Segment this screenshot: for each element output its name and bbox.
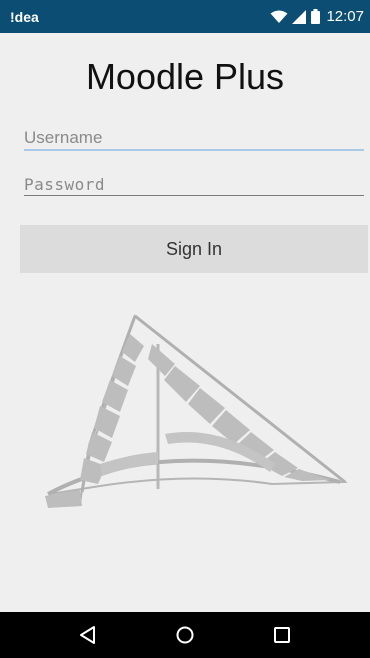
- status-time: 12:07: [326, 8, 364, 25]
- navigation-bar: [0, 612, 370, 658]
- status-bar: !dea 12:07: [0, 0, 370, 33]
- back-icon[interactable]: [68, 615, 108, 655]
- wifi-icon: [270, 10, 288, 24]
- sign-in-button[interactable]: Sign In: [20, 225, 368, 273]
- signal-icon: [292, 9, 307, 24]
- login-screen: !dea 12:07 Moodle Plus Username Sign In: [0, 0, 370, 658]
- recents-icon[interactable]: [262, 615, 302, 655]
- home-icon[interactable]: [165, 615, 205, 655]
- username-underline: [24, 149, 364, 151]
- password-underline: [24, 195, 364, 196]
- hang-glider-logo: [40, 314, 350, 519]
- app-title: Moodle Plus: [85, 56, 285, 97]
- status-icons: 12:07: [270, 8, 364, 25]
- status-app-label: !dea: [10, 8, 39, 25]
- battery-icon: [311, 9, 321, 24]
